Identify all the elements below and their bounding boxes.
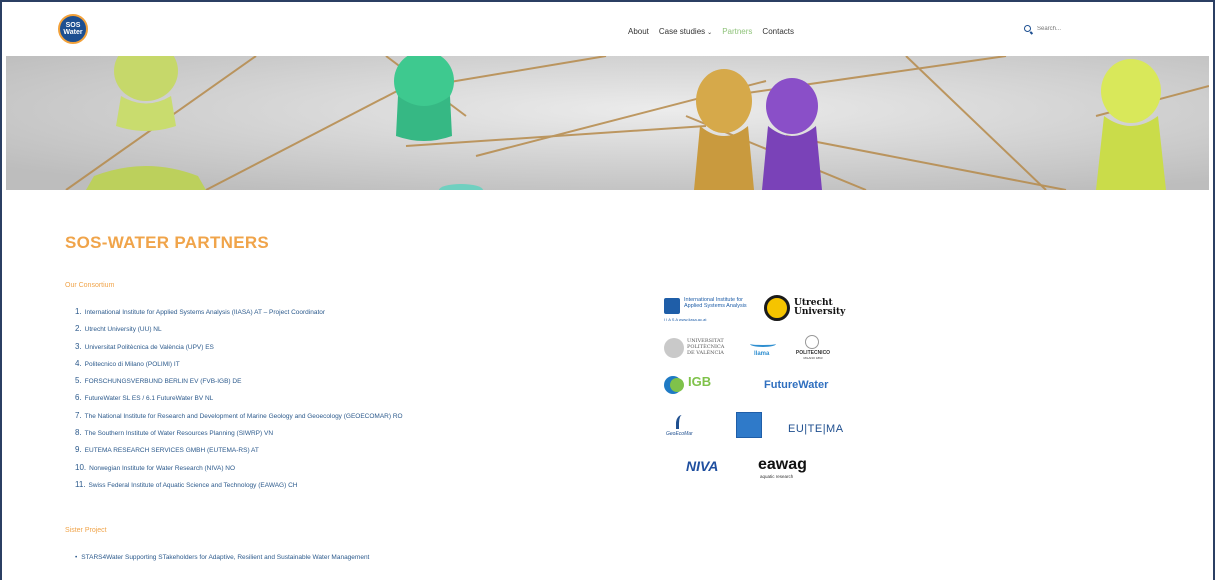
sister-project-text: STARS4Water Supporting STakeholders for … bbox=[81, 554, 370, 561]
list-item-text: Utrecht University (UU) NL bbox=[84, 326, 162, 334]
eutema-logo[interactable]: EU|TE|MA bbox=[788, 423, 844, 435]
search-icon[interactable] bbox=[1024, 25, 1031, 32]
list-item-text: The National Institute for Research and … bbox=[84, 412, 403, 420]
list-item-number: 8. bbox=[75, 428, 82, 438]
list-item-text: EUTEMA RESEARCH SERVICES GMBH (EUTEMA-RS… bbox=[84, 447, 259, 455]
list-item-number: 11. bbox=[75, 479, 86, 489]
list-item[interactable]: 8. The Southern Institute of Water Resour… bbox=[75, 428, 403, 445]
geoecomar-logo[interactable]: GeoEcoMar bbox=[666, 415, 706, 441]
utrecht-university-logo[interactable]: Utrecht University bbox=[764, 295, 846, 325]
page-title: SOS-WATER PARTNERS bbox=[65, 233, 270, 252]
siwrp-logo[interactable] bbox=[736, 412, 762, 438]
upv-logo[interactable]: UNIVERSITAT POLITÈCNICA DE VALÈNCIA bbox=[664, 337, 736, 361]
hero-banner-image bbox=[6, 56, 1209, 190]
sister-project-heading: Sister Project bbox=[65, 527, 107, 534]
futurewater-logo[interactable]: FutureWater bbox=[764, 379, 828, 391]
list-item-text: FORSCHUNGSVERBUND BERLIN EV (FVB-IGB) DE bbox=[84, 378, 242, 386]
list-item-number: 9. bbox=[75, 445, 82, 455]
list-item-number: 4. bbox=[75, 358, 82, 368]
list-item[interactable]: 2. Utrecht University (UU) NL bbox=[75, 324, 403, 341]
futurewater-text: FutureWater bbox=[764, 379, 829, 391]
main-nav: About Case studies ⌄ Partners Contacts bbox=[628, 27, 794, 36]
list-item-text: Universitat Politècnica de València (UPV… bbox=[84, 343, 214, 351]
bullet-icon: • bbox=[75, 554, 78, 561]
site-header: SOS Water About Case studies ⌄ Partners C… bbox=[6, 6, 1209, 56]
nav-case-studies[interactable]: Case studies ⌄ bbox=[659, 27, 712, 36]
list-item-text: FutureWater SL ES / 6.1 FutureWater BV N… bbox=[84, 395, 214, 403]
list-item[interactable]: 11. Swiss Federal Institute of Aquatic Sc… bbox=[75, 480, 403, 497]
llama-logo[interactable]: llama bbox=[748, 337, 778, 361]
list-item[interactable]: 10. Norwegian Institute for Water Researc… bbox=[75, 463, 403, 480]
sos-water-logo[interactable]: SOS Water bbox=[58, 14, 88, 44]
list-item-text: The Southern Institute of Water Resource… bbox=[84, 430, 274, 438]
list-item-number: 6. bbox=[75, 393, 82, 403]
list-item[interactable]: 5. FORSCHUNGSVERBUND BERLIN EV (FVB-IGB) … bbox=[75, 376, 403, 393]
list-item-number: 1. bbox=[75, 307, 82, 316]
polimi-line2: MILANO 1863 bbox=[803, 356, 823, 360]
geoecomar-sail-icon bbox=[676, 415, 686, 429]
list-item[interactable]: 3. Universitat Politècnica de València (U… bbox=[75, 342, 403, 359]
eawag-subtext: aquatic research bbox=[760, 474, 794, 479]
list-item-number: 2. bbox=[75, 324, 82, 334]
geoecomar-text: GeoEcoMar bbox=[666, 431, 693, 437]
iiasa-emblem-icon bbox=[664, 298, 680, 314]
igb-logo[interactable]: IGB bbox=[664, 374, 734, 400]
list-item[interactable]: 7. The National Institute for Research an… bbox=[75, 411, 403, 428]
iiasa-line2: Applied Systems Analysis bbox=[684, 303, 747, 309]
logo-text-line2: Water bbox=[63, 29, 83, 36]
list-item-text: Norwegian Institute for Water Research (… bbox=[89, 464, 236, 472]
list-item-number: 3. bbox=[75, 341, 82, 351]
consortium-list: 1. International Institute for Applied Sy… bbox=[75, 307, 403, 497]
list-item-text: Politecnico di Milano (POLIMI) IT bbox=[84, 360, 180, 368]
niva-logo[interactable]: NIVA bbox=[686, 458, 718, 474]
consortium-heading: Our Consortium bbox=[65, 282, 115, 289]
list-item[interactable]: 1. International Institute for Applied Sy… bbox=[75, 307, 403, 324]
upv-emblem-icon bbox=[664, 338, 684, 358]
list-item-text: International Institute for Applied Syst… bbox=[84, 309, 326, 316]
iiasa-logo[interactable]: International Institute for Applied Syst… bbox=[664, 296, 764, 326]
llama-text: llama bbox=[754, 351, 770, 357]
uu-line2: University bbox=[794, 307, 846, 317]
iiasa-line3: I I A S A www.iiasa.ac.at bbox=[664, 317, 707, 322]
igb-text: IGB bbox=[688, 374, 712, 389]
search-box bbox=[1024, 25, 1097, 32]
list-item[interactable]: 4. Politecnico di Milano (POLIMI) IT bbox=[75, 359, 403, 376]
polimi-emblem-icon bbox=[805, 335, 819, 349]
list-item[interactable]: 9. EUTEMA RESEARCH SERVICES GMBH (EUTEMA-… bbox=[75, 445, 403, 462]
nav-about[interactable]: About bbox=[628, 27, 649, 36]
hero-illustration bbox=[6, 56, 1209, 190]
nav-contacts[interactable]: Contacts bbox=[762, 27, 794, 36]
igb-leaf-icon bbox=[670, 378, 684, 392]
nav-case-studies-label: Case studies bbox=[658, 27, 706, 36]
eawag-logo[interactable]: eawag aquatic research bbox=[758, 456, 838, 482]
eawag-text: eawag bbox=[758, 456, 807, 473]
upv-line3: DE VALÈNCIA bbox=[687, 350, 724, 356]
niva-text: NIVA bbox=[686, 458, 719, 474]
sister-project-item[interactable]: • STARS4Water Supporting STakeholders fo… bbox=[75, 554, 369, 561]
list-item[interactable]: 6. FutureWater SL ES / 6.1 FutureWater BV… bbox=[75, 393, 403, 410]
list-item-number: 7. bbox=[75, 410, 82, 420]
nav-partners[interactable]: Partners bbox=[722, 27, 752, 36]
list-item-number: 5. bbox=[75, 376, 82, 386]
chevron-down-icon: ⌄ bbox=[707, 30, 713, 36]
utrecht-sun-icon bbox=[764, 295, 790, 321]
list-item-text: Swiss Federal Institute of Aquatic Scien… bbox=[88, 481, 298, 489]
list-item-number: 10. bbox=[75, 462, 87, 472]
polimi-logo[interactable]: POLITECNICO MILANO 1863 bbox=[790, 335, 840, 363]
eutema-text: EU|TE|MA bbox=[788, 423, 844, 435]
partner-logos: International Institute for Applied Syst… bbox=[660, 290, 850, 490]
logo-text-line1: SOS bbox=[65, 22, 81, 29]
llama-wave-icon bbox=[750, 341, 776, 347]
search-input[interactable] bbox=[1037, 25, 1097, 32]
iiasa-name: International Institute for Applied Syst… bbox=[684, 297, 747, 309]
